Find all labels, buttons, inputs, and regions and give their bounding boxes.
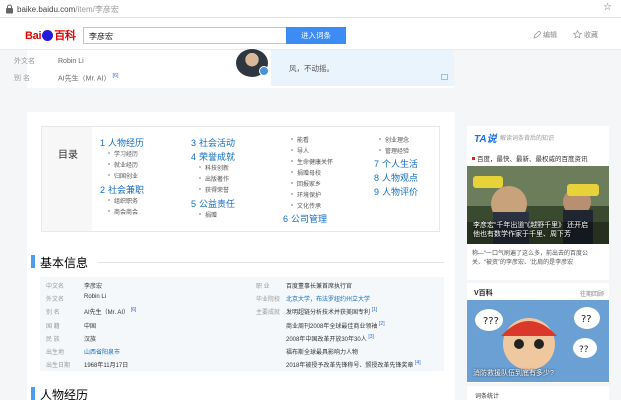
edit-button[interactable]: 编辑 (533, 30, 557, 40)
info-value: 发明超链分析技术并获美国专利 [1] (286, 307, 378, 316)
info-key: 出生日期 (46, 363, 71, 369)
past-episodes-link[interactable]: 往期回顾 (580, 289, 604, 298)
info-link[interactable]: 山西省阳泉市 (84, 347, 120, 356)
url-text[interactable]: baike.baidu.com/item/李彦宏 (17, 4, 119, 15)
collect-button[interactable]: 收藏 (572, 29, 598, 40)
ta-video-thumbnail[interactable]: 李彦宏“千年出道”《越野千里》 还开启 他也有数学作家于千里、周下芳 (467, 166, 609, 244)
expand-icon[interactable] (441, 74, 448, 80)
entry-stats-card: 词条统计 (467, 386, 609, 400)
catalog-subitem[interactable]: 捐赠 (195, 210, 217, 219)
star-outline-icon (572, 29, 583, 39)
catalog-subitem[interactable]: 出版著作 (195, 174, 229, 183)
catalog-subitem[interactable]: 获得荣誉 (195, 185, 229, 194)
info-key: 国 籍 (46, 324, 60, 330)
catalog-subitem[interactable]: 环境保护 (291, 190, 321, 199)
bullet-icon (472, 157, 475, 160)
catalog-item[interactable]: 3 社会活动 (191, 136, 235, 149)
info-value: 2008年中国改革开放30年30人 [3] (286, 334, 374, 343)
browser-address-bar: baike.baidu.com/item/李彦宏 ☆ (0, 0, 621, 18)
catalog-subitem[interactable]: 商会商会 (104, 207, 138, 216)
catalog-item[interactable]: 5 公益责任 (191, 197, 235, 210)
catalog-subitem[interactable]: 生命健康关怀 (291, 157, 333, 166)
info-value: 李彦宏 (84, 284, 103, 290)
reference-link[interactable]: [6] (131, 307, 137, 313)
catalog-title: 目录 (42, 127, 92, 231)
info-key: 民 族 (46, 337, 60, 343)
summary-row: 外文名 Robin Li (14, 58, 84, 65)
info-value: Robin Li (84, 294, 107, 300)
pencil-icon (533, 30, 542, 39)
ta-description: 称—“一口气刷遍了这么多，前出去的百度公关、“被资”的李彦宏、'比肩的是李彦宏 (472, 251, 588, 266)
catalog-item[interactable]: 6 公司管理 (283, 212, 327, 225)
info-key: 毕业院校 (256, 297, 281, 303)
lock-icon (6, 4, 13, 14)
paw-icon (42, 30, 54, 41)
svg-text:???: ??? (483, 316, 499, 327)
info-key: 中文名 (46, 284, 65, 290)
info-value: 1968年11月17日 (84, 363, 129, 369)
section-heading: 人物经历 (31, 386, 88, 400)
catalog-subitem[interactable]: 管理经验 (379, 146, 409, 155)
info-value: 福布斯全球最具影响力人物 (286, 350, 359, 356)
info-key: 外文名 (46, 297, 65, 303)
catalog-subitem[interactable]: 导人 (291, 146, 309, 155)
catalog-subitem[interactable]: 科技创新 (195, 163, 229, 172)
site-header: Bai 百科 李彦宏 进入词条 编辑 收藏 (0, 18, 621, 50)
info-value: 2018年被授予改革先锋称号、颁授改革先锋奖章 [4] (286, 360, 421, 369)
info-key: 出生地 (46, 350, 65, 356)
catalog-subitem[interactable]: 归国创业 (104, 171, 138, 180)
catalog-item[interactable]: 8 人物观点 (374, 171, 418, 184)
info-key: 主要成就 (256, 310, 281, 316)
ta-subtitle: 解读词条背后的知识 (500, 136, 555, 142)
summary-row: 别 名 AI先生（Mr. AI） [6] (14, 73, 119, 83)
info-value: 商业周刊2008年全球最佳商业领袖 [2] (286, 321, 385, 330)
catalog-subitem[interactable]: 回报家乡 (291, 179, 321, 188)
catalog-subitem[interactable]: 组织职务 (104, 196, 138, 205)
catalog-subitem[interactable]: 就业经历 (104, 160, 138, 169)
baidu-baike-logo[interactable]: Bai 百科 (25, 27, 76, 43)
ta-tagline: 百度，最快、最新、最权威的百度资讯 (472, 153, 588, 163)
svg-text:??: ?? (579, 345, 589, 355)
catalog-item[interactable]: 2 社会兼职 (100, 183, 144, 196)
search-input[interactable]: 李彦宏 (83, 27, 286, 44)
info-key: 别 名 (46, 310, 60, 316)
catalog-item[interactable]: 1 人物经历 (100, 136, 144, 149)
bookmark-star-icon[interactable]: ☆ (603, 2, 612, 13)
enter-entry-button[interactable]: 进入词条 (286, 27, 346, 44)
info-link[interactable]: 北京大学，布法罗纽约州立大学 (286, 294, 370, 303)
info-value: AI先生（Mr. AI） [6] (84, 307, 137, 316)
catalog-subitem[interactable]: 创业理念 (379, 135, 409, 144)
v-baike-title: V百科 (474, 290, 493, 297)
info-value: 汉族 (84, 337, 97, 343)
catalog-subitem[interactable]: 文化传承 (291, 201, 321, 210)
catalog-item[interactable]: 9 人物评价 (374, 185, 418, 198)
svg-text:??: ?? (581, 314, 592, 325)
reference-link[interactable]: [2] (379, 321, 385, 327)
catalog-subitem[interactable]: 学习经历 (104, 149, 138, 158)
reference-link[interactable]: [4] (415, 360, 421, 366)
quote-box: 风，不动摇。 (271, 50, 454, 86)
info-value: 百度董事长兼首席执行官 (286, 284, 353, 290)
verified-badge-icon (259, 66, 269, 76)
ta-logo[interactable]: TA说 (474, 130, 497, 145)
v-baike-video-thumbnail[interactable]: ??? ?? ?? 消防救援队伍到底有多少? (467, 300, 609, 382)
reference-link[interactable]: [1] (372, 307, 378, 313)
section-heading: 基本信息 (31, 254, 88, 271)
catalog-item[interactable]: 7 个人生活 (374, 157, 418, 170)
catalog-subitem[interactable]: 能看 (291, 135, 309, 144)
reference-link[interactable]: [6] (112, 73, 118, 79)
reference-link[interactable]: [3] (368, 334, 374, 340)
catalog-item[interactable]: 4 荣誉成就 (191, 150, 235, 163)
catalog-subitem[interactable]: 捐赠母校 (291, 168, 321, 177)
divider (98, 262, 444, 263)
info-key: 职 业 (256, 284, 270, 290)
info-value: 中国 (84, 324, 97, 330)
